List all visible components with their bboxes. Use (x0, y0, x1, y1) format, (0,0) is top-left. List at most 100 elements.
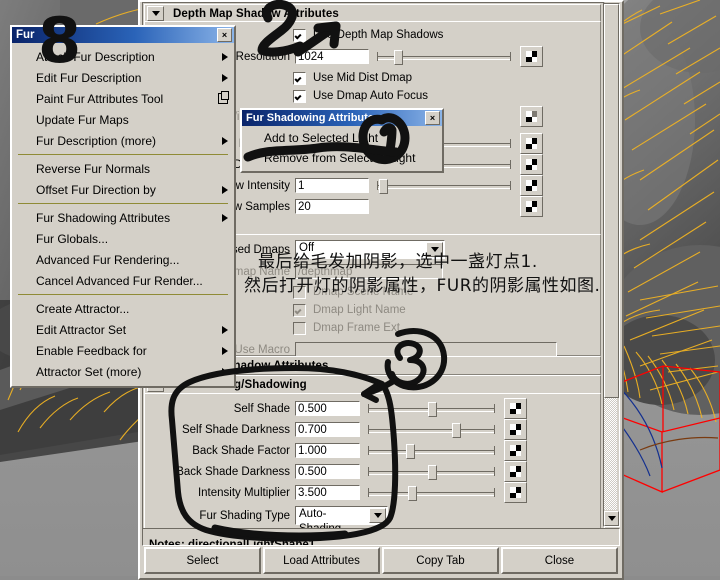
fur-menu-window[interactable]: Fur × Attach Fur Description Edit Fur De… (10, 25, 236, 388)
fur-shadowing-attributes-window[interactable]: Fur Shadowing Attributes × Add to Select… (240, 108, 444, 173)
use-mid-dist-dmap-row[interactable]: Use Mid Dist Dmap (293, 69, 600, 87)
fur-shading-type-row[interactable]: Fur Shading Type Auto-Shading (145, 505, 600, 529)
close-button[interactable]: Close (501, 547, 618, 574)
intensity-multiplier-field[interactable]: 3.500 (295, 485, 360, 500)
menu-label: Fur Shadowing Attributes (36, 210, 171, 225)
collapse-toggle-depth-map[interactable] (147, 6, 164, 21)
intensity-multiplier-slider[interactable] (368, 485, 495, 501)
scroll-down-arrow-icon[interactable] (604, 511, 619, 526)
menu-item-paint-fur-attributes-tool[interactable]: Paint Fur Attributes Tool (12, 88, 234, 109)
scrollbar-track[interactable] (604, 398, 617, 510)
menu-item-fur-globals[interactable]: Fur Globals... (12, 228, 234, 249)
load-attributes-button[interactable]: Load Attributes (263, 547, 380, 574)
back-shade-factor-field[interactable]: 1.000 (295, 443, 360, 458)
width-focus-map-button[interactable] (520, 106, 543, 127)
shadow-intensity-field[interactable]: 1 (295, 178, 369, 193)
intensity-multiplier-label: Intensity Multiplier (197, 486, 290, 499)
shadow-intensity-slider[interactable] (377, 178, 511, 194)
fur-menu-titlebar[interactable]: Fur × (12, 27, 234, 43)
menu-item-edit-fur-description[interactable]: Edit Fur Description (12, 67, 234, 88)
self-shade-darkness-row[interactable]: Self Shade Darkness 0.700 (145, 419, 600, 440)
intensity-multiplier-map-button[interactable] (504, 482, 527, 503)
menu-label: Add to Selected Light (264, 131, 379, 145)
self-shade-slider[interactable] (368, 401, 495, 417)
copy-tab-button[interactable]: Copy Tab (382, 547, 499, 574)
menu-item-remove-from-selected-light[interactable]: Remove from Selected Light (242, 148, 442, 168)
menu-item-reverse-fur-normals[interactable]: Reverse Fur Normals (12, 158, 234, 179)
self-shade-darkness-slider[interactable] (368, 422, 495, 438)
fur-shadowing-items: Add to Selected Light Remove from Select… (242, 126, 442, 171)
self-shade-field[interactable]: 0.500 (295, 401, 360, 416)
self-shade-darkness-map-button[interactable] (504, 419, 527, 440)
self-shade-darkness-field[interactable]: 0.700 (295, 422, 360, 437)
attribute-editor-button-bar: Select Load Attributes Copy Tab Close (142, 545, 620, 576)
menu-label: Create Attractor... (36, 301, 130, 316)
use-dmap-auto-focus-checkbox[interactable] (293, 89, 306, 103)
resolution-field[interactable]: 1024 (295, 49, 369, 64)
back-shade-factor-row[interactable]: Back Shade Factor 1.000 (145, 440, 600, 461)
dmap-light-name-checkbox (293, 303, 306, 317)
menu-separator (18, 203, 228, 204)
back-shade-darkness-slider[interactable] (368, 464, 495, 480)
back-shade-factor-map-button[interactable] (504, 440, 527, 461)
menu-label: Attach Fur Description (36, 49, 155, 64)
menu-label: Edit Fur Description (36, 70, 142, 85)
notes-strip: Notes: directionalLightShape1 (142, 528, 620, 546)
shadow-intensity-map-button[interactable] (520, 175, 543, 196)
menu-item-enable-feedback-for[interactable]: Enable Feedback for (12, 340, 234, 361)
menu-item-create-attractor[interactable]: Create Attractor... (12, 298, 234, 319)
section-title-depth-map: Depth Map Shadow Attributes (173, 7, 339, 20)
disk-based-dmaps-dropdown[interactable]: Off (295, 240, 445, 259)
menu-item-offset-fur-direction-by[interactable]: Offset Fur Direction by (12, 179, 234, 200)
menu-label: Offset Fur Direction by (36, 182, 156, 197)
chevron-down-icon-2[interactable] (369, 508, 386, 523)
menu-label: Remove from Selected Light (264, 151, 416, 165)
disk-based-dmaps-value: Off (299, 242, 315, 254)
use-dmap-auto-focus-row[interactable]: Use Dmap Auto Focus (293, 87, 600, 105)
dmap-bias-map-button[interactable] (520, 154, 543, 175)
back-shade-darkness-field[interactable]: 0.500 (295, 464, 360, 479)
back-shade-factor-label: Back Shade Factor (192, 444, 290, 457)
use-depth-map-shadows-row[interactable]: Use Depth Map Shadows (293, 26, 600, 44)
shadow-samples-map-button[interactable] (520, 196, 543, 217)
intensity-multiplier-row[interactable]: Intensity Multiplier 3.500 (145, 482, 600, 503)
scrollbar-thumb[interactable] (604, 4, 619, 398)
dmap-filter-size-map-button[interactable] (520, 133, 543, 154)
use-depth-map-shadows-checkbox[interactable] (293, 28, 306, 42)
back-shade-factor-slider[interactable] (368, 443, 495, 459)
dmap-name-field: /depthmap (295, 264, 443, 279)
select-button[interactable]: Select (144, 547, 261, 574)
fur-shading-type-dropdown[interactable]: Auto-Shading (295, 506, 388, 529)
menu-label: Enable Feedback for (36, 343, 147, 358)
resolution-slider[interactable] (377, 49, 511, 65)
close-icon-2[interactable]: × (425, 111, 440, 125)
menu-item-cancel-advanced-fur-render[interactable]: Cancel Advanced Fur Render... (12, 270, 234, 291)
menu-item-add-to-selected-light[interactable]: Add to Selected Light (242, 128, 442, 148)
menu-item-fur-description-more[interactable]: Fur Description (more) (12, 130, 234, 151)
self-shade-row[interactable]: Self Shade 0.500 (145, 398, 600, 419)
chevron-down-icon[interactable] (426, 242, 443, 257)
menu-item-fur-shadowing-attributes[interactable]: Fur Shadowing Attributes (12, 207, 234, 228)
menu-item-edit-attractor-set[interactable]: Edit Attractor Set (12, 319, 234, 340)
menu-item-attach-fur-description[interactable]: Attach Fur Description (12, 46, 234, 67)
resolution-map-button[interactable] (520, 46, 543, 67)
menu-item-attractor-set-more[interactable]: Attractor Set (more) (12, 361, 234, 382)
back-shade-darkness-row[interactable]: Back Shade Darkness 0.500 (145, 461, 600, 482)
self-shade-map-button[interactable] (504, 398, 527, 419)
dmap-light-name-row: Dmap Light Name (293, 301, 600, 319)
back-shade-darkness-map-button[interactable] (504, 461, 527, 482)
submenu-arrow-icon (222, 136, 228, 145)
self-shade-darkness-label: Self Shade Darkness (181, 423, 290, 436)
menu-item-advanced-fur-rendering[interactable]: Advanced Fur Rendering... (12, 249, 234, 270)
attribute-scrollbar[interactable] (603, 3, 620, 527)
shadow-samples-field[interactable]: 20 (295, 199, 369, 214)
menu-label: Advanced Fur Rendering... (36, 252, 180, 267)
option-box-icon[interactable] (218, 91, 229, 104)
close-icon[interactable]: × (217, 28, 232, 42)
menu-label: Fur Globals... (36, 231, 109, 246)
fur-menu-title: Fur (16, 29, 35, 41)
use-mid-dist-dmap-checkbox[interactable] (293, 71, 306, 85)
fur-shadowing-titlebar[interactable]: Fur Shadowing Attributes × (242, 110, 442, 126)
menu-item-update-fur-maps[interactable]: Update Fur Maps (12, 109, 234, 130)
menu-label: Edit Attractor Set (36, 322, 127, 337)
